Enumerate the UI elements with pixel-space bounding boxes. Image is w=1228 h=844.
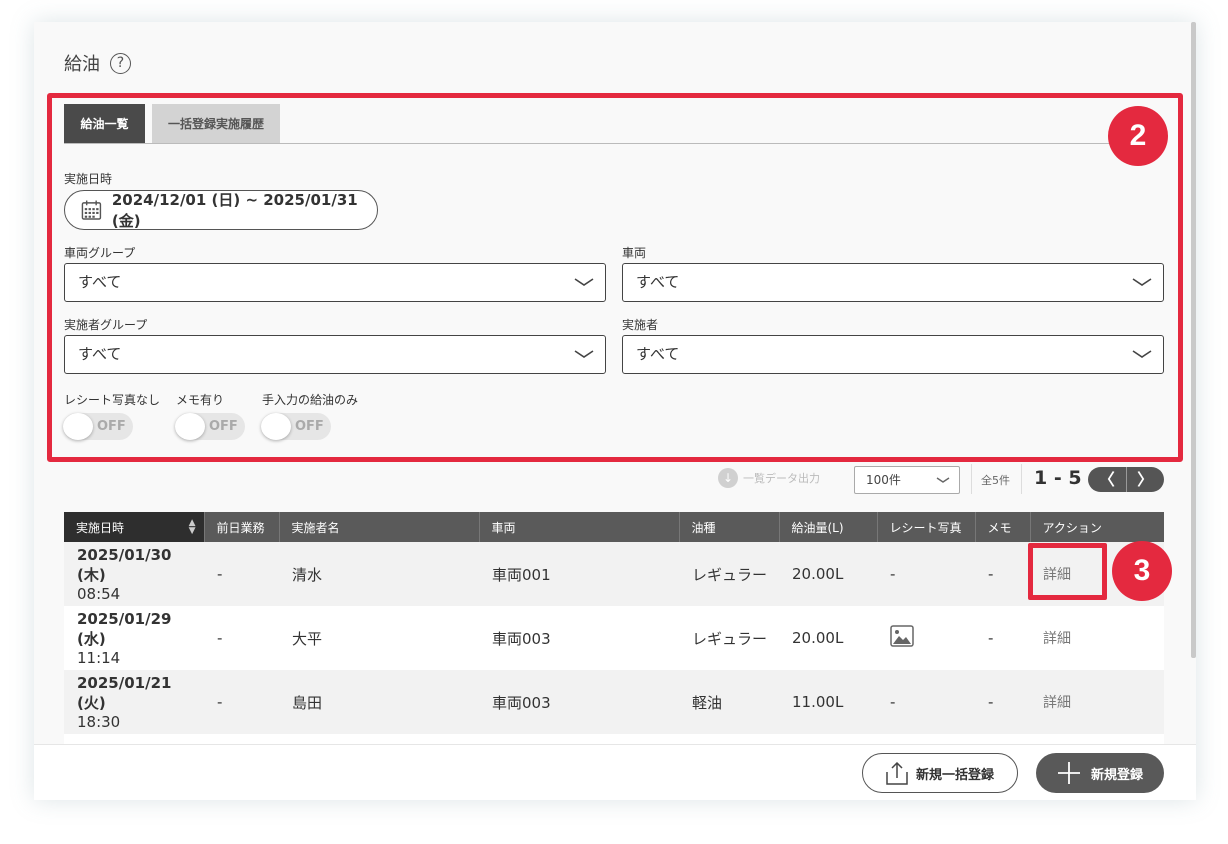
- cell-date: 2025/01/21 (火): [77, 673, 172, 712]
- cell-date: 2025/01/30 (木): [77, 545, 172, 584]
- image-icon[interactable]: [890, 625, 914, 647]
- cell-receipt: -: [877, 542, 975, 606]
- fuel-table: 実施日時 ▲ ▼ 前日業務 実施者名 車両 油種 給油量(L) レシート写真 メモ …: [64, 512, 1164, 764]
- cell-prev: -: [204, 606, 279, 670]
- new-register-button[interactable]: 新規登録: [1036, 753, 1164, 793]
- cell-fuel: 軽油: [679, 670, 779, 734]
- pagination-buttons: 〈 〉: [1088, 467, 1164, 492]
- bulk-register-label: 新規一括登録: [915, 767, 994, 783]
- col-date[interactable]: 実施日時 ▲ ▼: [64, 512, 205, 542]
- page-title: 給油 ?: [64, 50, 131, 76]
- cell-datetime: 2025/01/30 (木) 08:54: [64, 542, 204, 606]
- table-header-row: 実施日時 ▲ ▼ 前日業務 実施者名 車両 油種 給油量(L) レシート写真 メモ …: [64, 512, 1164, 542]
- cell-amount: 11.00L: [779, 670, 877, 734]
- export-button[interactable]: ↓ 一覧データ出力: [718, 468, 820, 488]
- cell-prev: -: [204, 670, 279, 734]
- total-count: 全5件: [981, 474, 1010, 487]
- cell-vehicle: 車両003: [479, 670, 679, 734]
- cell-amount: 20.00L: [779, 542, 877, 606]
- chevron-down-icon: [936, 477, 950, 483]
- table-row: 2025/01/30 (木) 08:54 - 清水 車両001 レギュラー 20.…: [64, 542, 1164, 606]
- cell-amount: 20.00L: [779, 606, 877, 670]
- bulk-register-button[interactable]: 新規一括登録: [862, 753, 1018, 793]
- cell-name: 大平: [279, 606, 479, 670]
- cell-memo: -: [975, 670, 1030, 734]
- next-page-button[interactable]: 〉: [1127, 467, 1165, 492]
- col-operator: 実施者名: [279, 512, 480, 542]
- cell-time: 08:54: [77, 584, 121, 603]
- annotation-badge-2: 2: [1108, 106, 1168, 166]
- cell-action: 詳細: [1030, 670, 1164, 734]
- cell-receipt: -: [877, 670, 975, 734]
- cell-action: 詳細: [1030, 606, 1164, 670]
- col-date-label: 実施日時: [76, 520, 125, 535]
- annotation-box-3: [1028, 543, 1107, 600]
- per-page-select[interactable]: 100件: [854, 466, 960, 494]
- page-title-text: 給油: [64, 54, 100, 75]
- per-page-value: 100件: [866, 473, 901, 487]
- cell-memo: -: [975, 542, 1030, 606]
- cell-time: 11:14: [77, 648, 121, 667]
- col-amount: 給油量(L): [779, 512, 878, 542]
- col-prev-work: 前日業務: [204, 512, 280, 542]
- cell-vehicle: 車両003: [479, 606, 679, 670]
- cell-prev: -: [204, 542, 279, 606]
- detail-link[interactable]: 詳細: [1043, 631, 1071, 647]
- col-memo: メモ: [975, 512, 1031, 542]
- col-receipt: レシート写真: [877, 512, 976, 542]
- cell-vehicle: 車両001: [479, 542, 679, 606]
- cell-fuel: レギュラー: [679, 606, 779, 670]
- col-vehicle: 車両: [479, 512, 680, 542]
- cell-datetime: 2025/01/29 (水) 11:14: [64, 606, 204, 670]
- plus-icon: [1057, 762, 1080, 784]
- divider: [971, 464, 972, 494]
- cell-receipt: [877, 606, 975, 670]
- col-fuel-type: 油種: [679, 512, 780, 542]
- upload-icon: [886, 761, 908, 785]
- download-icon: ↓: [718, 468, 738, 488]
- export-label: 一覧データ出力: [743, 472, 820, 485]
- page-range: 1 - 5: [1034, 467, 1082, 489]
- scrollbar[interactable]: [1191, 22, 1196, 658]
- detail-link[interactable]: 詳細: [1043, 695, 1071, 711]
- annotation-box-2: [47, 93, 1183, 462]
- footer-bar: [34, 744, 1196, 800]
- cell-time: 18:30: [77, 712, 121, 731]
- cell-memo: -: [975, 606, 1030, 670]
- table-row: 2025/01/21 (火) 18:30 - 島田 車両003 軽油 11.00L…: [64, 670, 1164, 734]
- cell-date: 2025/01/29 (水): [77, 609, 172, 648]
- table-row: 2025/01/29 (水) 11:14 - 大平 車両003 レギュラー 20.…: [64, 606, 1164, 670]
- cell-name: 清水: [279, 542, 479, 606]
- col-action: アクション: [1030, 512, 1164, 542]
- help-icon[interactable]: ?: [110, 52, 131, 74]
- cell-name: 島田: [279, 670, 479, 734]
- divider: [1021, 464, 1022, 494]
- cell-datetime: 2025/01/21 (火) 18:30: [64, 670, 204, 734]
- cell-fuel: レギュラー: [679, 542, 779, 606]
- sort-icon: ▲ ▼: [188, 518, 196, 536]
- prev-page-button[interactable]: 〈: [1088, 467, 1127, 492]
- annotation-badge-3: 3: [1112, 541, 1172, 601]
- new-register-label: 新規登録: [1090, 767, 1143, 783]
